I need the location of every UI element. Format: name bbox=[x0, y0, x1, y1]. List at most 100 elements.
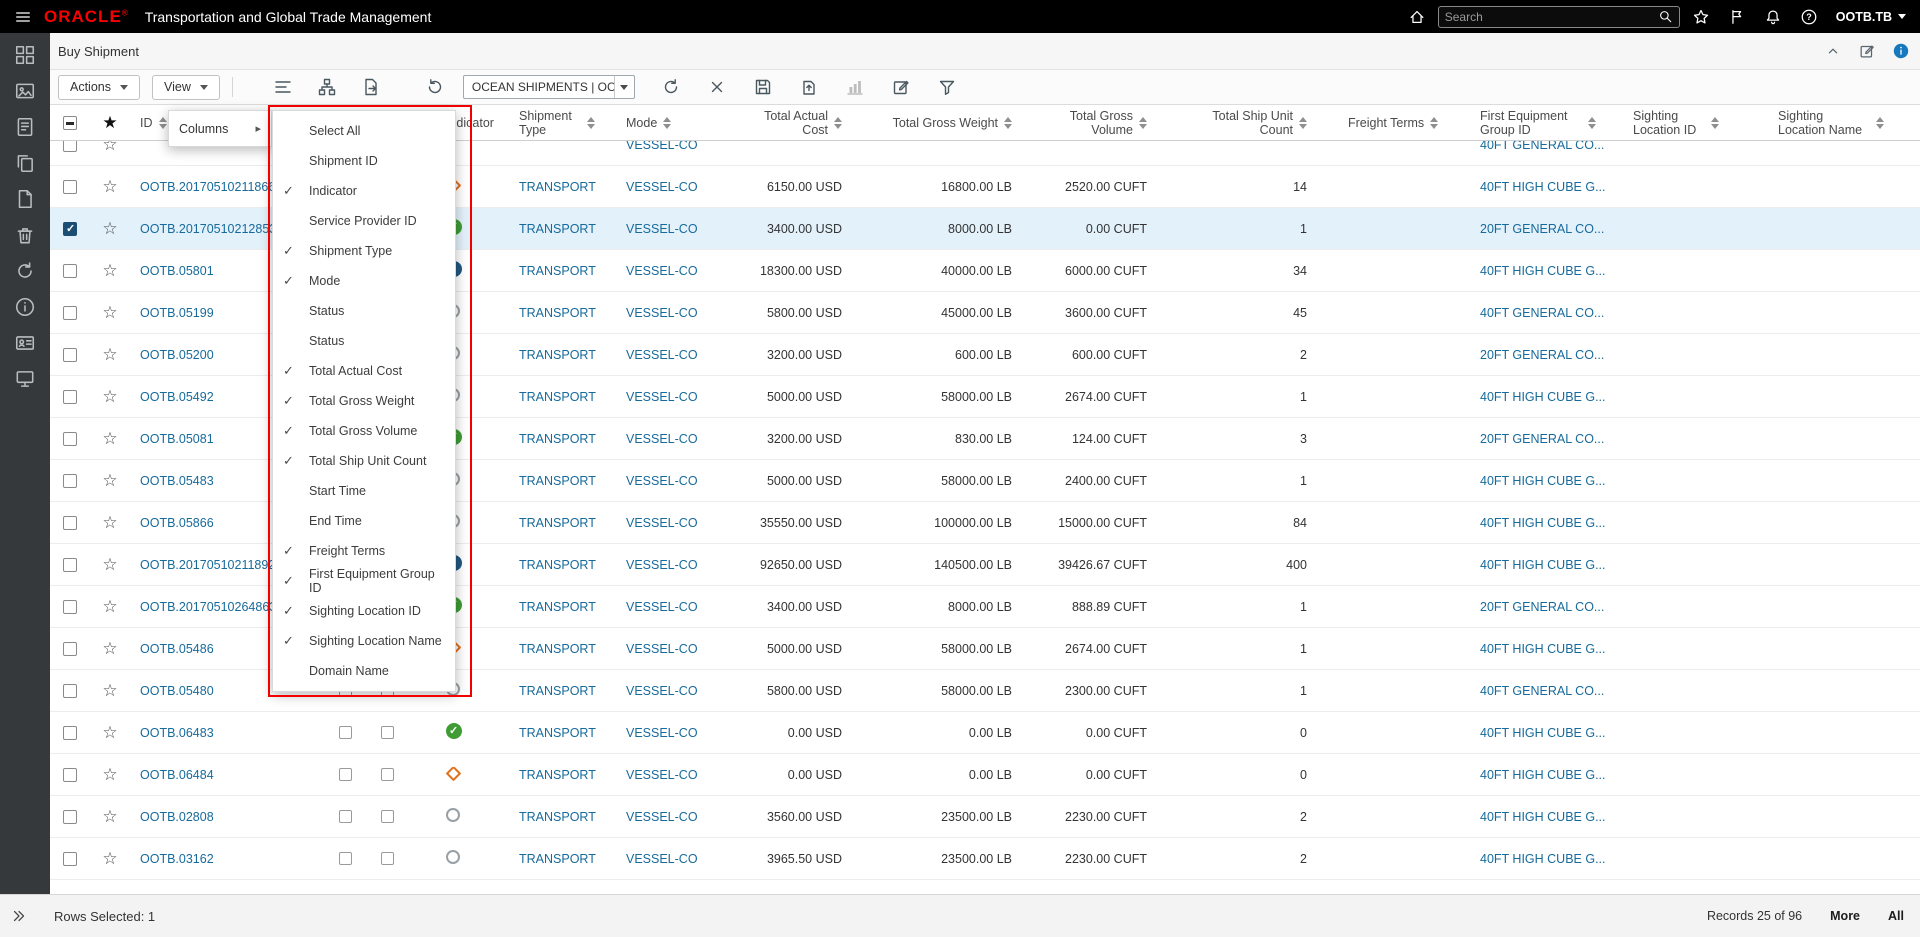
sidebar-item-refresh[interactable] bbox=[14, 260, 36, 282]
column-header-total-gross-weight[interactable]: Total Gross Weight bbox=[850, 116, 1020, 130]
favorite-star-icon[interactable]: ☆ bbox=[102, 388, 117, 405]
shipment-id-link[interactable]: OOTB.05483 bbox=[140, 474, 214, 488]
saved-search-combobox[interactable]: OCEAN SHIPMENTS | OC bbox=[463, 75, 635, 99]
favorite-star-icon[interactable]: ☆ bbox=[102, 262, 117, 279]
row-checkbox[interactable] bbox=[63, 390, 77, 404]
mode-link[interactable]: VESSEL-CO bbox=[626, 684, 698, 698]
columns-menu-item-end-time[interactable]: End Time bbox=[273, 506, 455, 536]
all-button[interactable]: All bbox=[1888, 909, 1904, 923]
reset-button[interactable] bbox=[425, 77, 445, 97]
shipment-type-link[interactable]: TRANSPORT bbox=[519, 264, 596, 278]
sort-arrows-icon[interactable] bbox=[1430, 117, 1438, 129]
column-header-sighting-location-name[interactable]: Sighting Location Name bbox=[1750, 109, 1920, 137]
columns-menu-item-indicator[interactable]: ✓Indicator bbox=[273, 176, 455, 206]
mode-link[interactable]: VESSEL-CO bbox=[626, 558, 698, 572]
favorite-column-star-icon[interactable]: ★ bbox=[102, 114, 117, 131]
compose-edit-icon[interactable] bbox=[1858, 42, 1876, 60]
columns-menu-item-first-equipment-group-id[interactable]: ✓First Equipment Group ID bbox=[273, 566, 455, 596]
first-equipment-group-link[interactable]: 40FT HIGH CUBE G... bbox=[1480, 810, 1606, 824]
row-flag-checkbox-1[interactable] bbox=[339, 810, 352, 823]
help-icon[interactable]: ? bbox=[1800, 8, 1818, 26]
favorite-star-icon[interactable]: ☆ bbox=[102, 682, 117, 699]
favorite-star-icon[interactable]: ☆ bbox=[102, 850, 117, 867]
document-export-button[interactable] bbox=[361, 77, 381, 97]
columns-menu-item-service-provider-id[interactable]: Service Provider ID bbox=[273, 206, 455, 236]
row-checkbox[interactable] bbox=[63, 558, 77, 572]
document-send-button[interactable] bbox=[799, 77, 819, 97]
columns-menu-item-total-gross-volume[interactable]: ✓Total Gross Volume bbox=[273, 416, 455, 446]
columns-menu-item-status[interactable]: Status bbox=[273, 326, 455, 356]
sort-arrows-icon[interactable] bbox=[159, 117, 167, 129]
shipment-id-link[interactable]: OOTB.06483 bbox=[140, 726, 214, 740]
favorite-star-icon[interactable]: ☆ bbox=[102, 808, 117, 825]
home-icon[interactable] bbox=[1408, 8, 1426, 26]
first-equipment-group-link[interactable]: 40FT GENERAL CO... bbox=[1480, 306, 1604, 320]
shipment-id-link[interactable]: OOTB.05801 bbox=[140, 264, 214, 278]
row-checkbox[interactable] bbox=[63, 768, 77, 782]
shipment-type-link[interactable]: TRANSPORT bbox=[519, 348, 596, 362]
favorite-star-icon[interactable]: ☆ bbox=[102, 514, 117, 531]
favorite-star-icon[interactable]: ☆ bbox=[102, 178, 117, 195]
first-equipment-group-link[interactable]: 40FT HIGH CUBE G... bbox=[1480, 180, 1606, 194]
mode-link[interactable]: VESSEL-CO bbox=[626, 390, 698, 404]
favorite-star-icon[interactable]: ☆ bbox=[102, 598, 117, 615]
favorite-star-icon[interactable]: ☆ bbox=[102, 430, 117, 447]
sort-arrows-icon[interactable] bbox=[1299, 117, 1307, 129]
user-menu[interactable]: OOTB.TB bbox=[1836, 10, 1906, 24]
shipment-id-link[interactable]: OOTB.02808 bbox=[140, 810, 214, 824]
favorite-star-icon[interactable]: ☆ bbox=[102, 724, 117, 741]
shipment-type-link[interactable]: TRANSPORT bbox=[519, 222, 596, 236]
shipment-id-link[interactable]: OOTB.05199 bbox=[140, 306, 214, 320]
column-header-total-actual-cost[interactable]: Total Actual Cost bbox=[725, 109, 850, 137]
column-header-shipment-type[interactable]: Shipment Type bbox=[500, 109, 620, 137]
columns-menu-item-shipment-id[interactable]: Shipment ID bbox=[273, 146, 455, 176]
row-flag-checkbox-2[interactable] bbox=[381, 768, 394, 781]
sidebar-item-document[interactable] bbox=[14, 188, 36, 210]
row-flag-checkbox-1[interactable] bbox=[339, 852, 352, 865]
sort-arrows-icon[interactable] bbox=[663, 117, 671, 129]
shipment-id-link[interactable]: OOTB.20170510211892 bbox=[140, 558, 275, 572]
shipment-type-link[interactable]: TRANSPORT bbox=[519, 684, 596, 698]
edit-button[interactable] bbox=[891, 77, 911, 97]
row-checkbox[interactable] bbox=[63, 180, 77, 194]
columns-menu-item-freight-terms[interactable]: ✓Freight Terms bbox=[273, 536, 455, 566]
more-button[interactable]: More bbox=[1830, 909, 1860, 923]
sort-arrows-icon[interactable] bbox=[1004, 117, 1012, 129]
favorite-star-icon[interactable]: ☆ bbox=[102, 141, 117, 153]
shipment-type-link[interactable]: TRANSPORT bbox=[519, 768, 596, 782]
sort-arrows-icon[interactable] bbox=[1876, 117, 1884, 129]
row-checkbox[interactable] bbox=[63, 810, 77, 824]
columns-menu-item-start-time[interactable]: Start Time bbox=[273, 476, 455, 506]
mode-link[interactable]: VESSEL-CO bbox=[626, 516, 698, 530]
collapse-toolbar-icon[interactable] bbox=[1824, 42, 1842, 60]
row-checkbox[interactable] bbox=[63, 306, 77, 320]
favorite-star-icon[interactable]: ☆ bbox=[102, 640, 117, 657]
view-menu-columns-item[interactable]: Columns ▸ bbox=[168, 110, 272, 147]
sidebar-item-info[interactable] bbox=[14, 296, 36, 318]
save-button[interactable] bbox=[753, 77, 773, 97]
row-checkbox[interactable] bbox=[63, 222, 77, 236]
row-checkbox[interactable] bbox=[63, 684, 77, 698]
first-equipment-group-link[interactable]: 40FT HIGH CUBE G... bbox=[1480, 642, 1606, 656]
first-equipment-group-link[interactable]: 40FT HIGH CUBE G... bbox=[1480, 264, 1606, 278]
table-columns-button[interactable] bbox=[273, 77, 293, 97]
shipment-id-link[interactable]: OOTB.06484 bbox=[140, 768, 214, 782]
column-header-mode[interactable]: Mode bbox=[620, 116, 725, 130]
columns-menu-item-total-ship-unit-count[interactable]: ✓Total Ship Unit Count bbox=[273, 446, 455, 476]
sort-arrows-icon[interactable] bbox=[587, 117, 595, 129]
row-checkbox[interactable] bbox=[63, 600, 77, 614]
mode-link[interactable]: VESSEL-CO bbox=[626, 348, 698, 362]
columns-menu-item-total-actual-cost[interactable]: ✓Total Actual Cost bbox=[273, 356, 455, 386]
sort-arrows-icon[interactable] bbox=[834, 117, 842, 129]
mode-link[interactable]: VESSEL-CO bbox=[626, 222, 698, 236]
sidebar-item-trash[interactable] bbox=[14, 224, 36, 246]
shipment-type-link[interactable]: TRANSPORT bbox=[519, 852, 596, 866]
actions-button[interactable]: Actions bbox=[58, 75, 140, 100]
shipment-id-link[interactable]: OOTB.05480 bbox=[140, 684, 214, 698]
columns-menu-item-sighting-location-name[interactable]: ✓Sighting Location Name bbox=[273, 626, 455, 656]
shipment-id-link[interactable]: OOTB.20170510264863 bbox=[140, 600, 276, 614]
row-flag-checkbox-1[interactable] bbox=[339, 726, 352, 739]
favorite-star-icon[interactable]: ☆ bbox=[102, 220, 117, 237]
row-checkbox[interactable] bbox=[63, 474, 77, 488]
cancel-button[interactable] bbox=[707, 77, 727, 97]
